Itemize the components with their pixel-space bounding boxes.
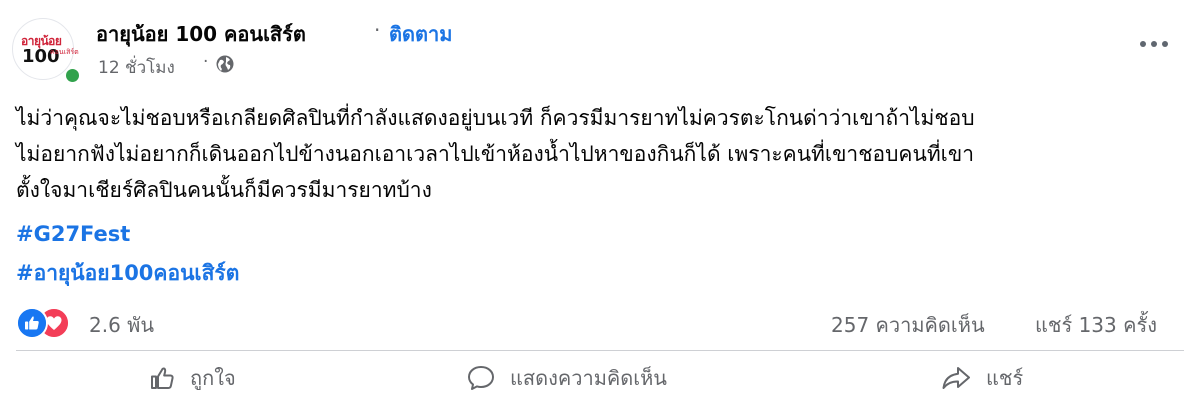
share-arrow-icon [942,367,970,389]
reactions-count[interactable]: 2.6 พัน [89,309,154,341]
thumbs-up-icon [151,367,174,389]
more-horiz-icon-dot [1151,41,1157,47]
comment-button-label: แสดงความคิดเห็น [510,366,667,390]
post-timestamp[interactable]: 12 ชั่วโมง [98,54,175,81]
shares-count-link[interactable]: แชร์ 133 ครั้ง [1035,309,1157,341]
post-line: ไม่อยากฟังไม่อยากก็เดินออกไปข้างนอกเอาเว… [16,142,974,166]
hashtag-link-g27fest[interactable]: #G27Fest [16,222,130,246]
globe-icon[interactable] [215,54,235,74]
online-status-indicator [64,67,81,84]
more-horiz-icon [1140,41,1146,47]
share-button-label: แชร์ [986,366,1024,390]
actions-divider [16,350,1184,351]
post-message: ไม่ว่าคุณจะไม่ชอบหรือเกลียดศิลปินที่กำลั… [16,100,1186,208]
post-line: ไม่ว่าคุณจะไม่ชอบหรือเกลียดศิลปินที่กำลั… [16,106,975,130]
page-name-link[interactable]: อายุน้อย 100 คอนเสิร์ต [96,18,306,50]
more-options-button[interactable] [1130,26,1178,62]
comments-count-link[interactable]: 257 ความคิดเห็น [831,309,985,341]
avatar-logo-subtext: คอนเสิร์ต [50,48,79,56]
hashtag-link-ayunoi100[interactable]: #อายุน้อย100คอนเสิร์ต [16,257,239,290]
post-line: ตั้งใจมาเชียร์ศิลปินคนนั้นก็มีควรมีมารยา… [16,178,432,202]
comment-button[interactable]: แสดงความคิดเห็น [466,358,667,398]
like-reaction-icon [16,307,48,339]
more-horiz-icon-dot [1162,41,1168,47]
like-button-label: ถูกใจ [190,366,236,390]
meta-separator: · [203,52,209,72]
header-separator: · [374,18,381,42]
follow-button[interactable]: ติดตาม [389,18,452,50]
like-button[interactable]: ถูกใจ [148,358,236,398]
page-avatar[interactable]: อายุน้อย 100 คอนเสิร์ต [12,18,81,84]
facebook-post: อายุน้อย 100 คอนเสิร์ต อายุน้อย 100 คอนเ… [0,0,1200,404]
share-button[interactable]: แชร์ [940,358,1023,398]
reaction-icons[interactable] [16,307,80,339]
comment-bubble-icon [468,366,494,390]
